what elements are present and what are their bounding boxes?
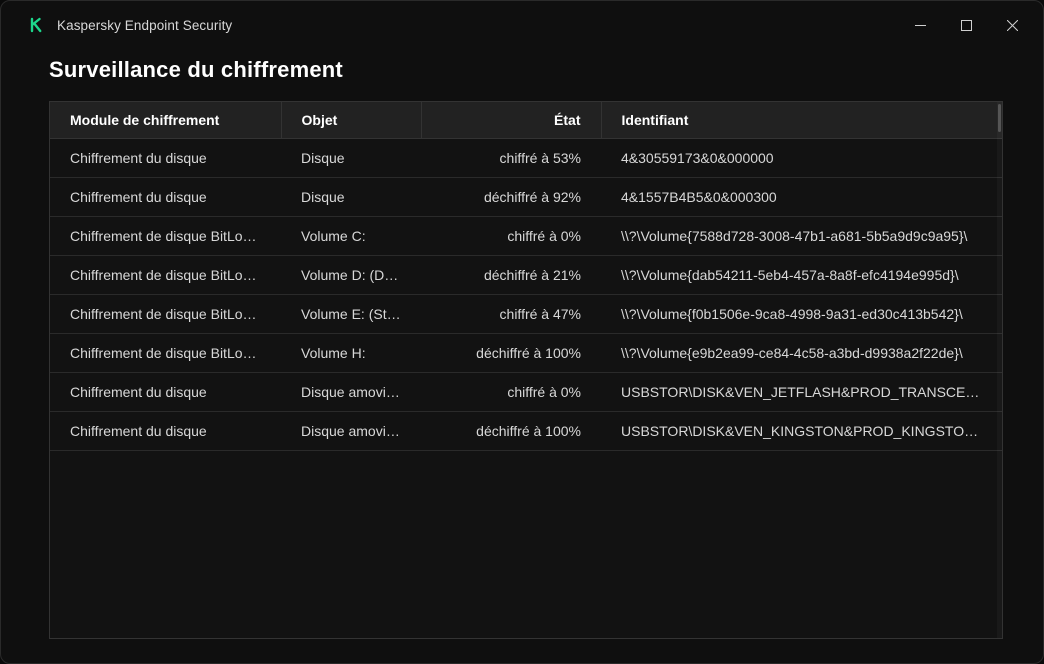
cell-id: USBSTOR\DISK&VEN_JETFLASH&PROD_TRANSCEND… — [601, 373, 1002, 412]
table-row[interactable]: Chiffrement de disque BitLockerVolume C:… — [50, 217, 1002, 256]
cell-module: Chiffrement du disque — [50, 178, 281, 217]
table-row[interactable]: Chiffrement du disqueDisquedéchiffré à 9… — [50, 178, 1002, 217]
table-row[interactable]: Chiffrement de disque BitLockerVolume D:… — [50, 256, 1002, 295]
cell-state: chiffré à 53% — [421, 139, 601, 178]
cell-id: \\?\Volume{f0b1506e-9ca8-4998-9a31-ed30c… — [601, 295, 1002, 334]
cell-state: déchiffré à 100% — [421, 412, 601, 451]
encryption-table-container: Module de chiffrement Objet État Identif… — [49, 101, 1003, 639]
cell-id: USBSTOR\DISK&VEN_KINGSTON&PROD_KINGSTON_… — [601, 412, 1002, 451]
cell-object: Volume D: (Data) — [281, 256, 421, 295]
scrollbar-track — [997, 102, 1002, 638]
column-header-object[interactable]: Objet — [281, 102, 421, 139]
app-window: Kaspersky Endpoint Security Surveillance… — [0, 0, 1044, 664]
cell-id: \\?\Volume{dab54211-5eb4-457a-8a8f-efc41… — [601, 256, 1002, 295]
table-header-row: Module de chiffrement Objet État Identif… — [50, 102, 1002, 139]
cell-object: Disque amovible — [281, 373, 421, 412]
cell-module: Chiffrement du disque — [50, 373, 281, 412]
table-row[interactable]: Chiffrement de disque BitLockerVolume H:… — [50, 334, 1002, 373]
table-row[interactable]: Chiffrement de disque BitLockerVolume E:… — [50, 295, 1002, 334]
cell-object: Disque amovible — [281, 412, 421, 451]
page-title: Surveillance du chiffrement — [49, 57, 1003, 83]
cell-module: Chiffrement de disque BitLocker — [50, 295, 281, 334]
window-controls — [897, 9, 1035, 41]
cell-module: Chiffrement du disque — [50, 139, 281, 178]
close-button[interactable] — [989, 9, 1035, 41]
minimize-icon — [915, 20, 926, 31]
table-row[interactable]: Chiffrement du disqueDisquechiffré à 53%… — [50, 139, 1002, 178]
cell-id: \\?\Volume{e9b2ea99-ce84-4c58-a3bd-d9938… — [601, 334, 1002, 373]
cell-module: Chiffrement de disque BitLocker — [50, 334, 281, 373]
cell-state: déchiffré à 21% — [421, 256, 601, 295]
column-header-state[interactable]: État — [421, 102, 601, 139]
kaspersky-logo-icon — [29, 16, 47, 34]
content-area: Surveillance du chiffrement Module de ch… — [1, 49, 1043, 663]
cell-state: chiffré à 47% — [421, 295, 601, 334]
cell-object: Volume E: (Storage) — [281, 295, 421, 334]
cell-object: Disque — [281, 139, 421, 178]
app-title: Kaspersky Endpoint Security — [57, 18, 232, 33]
close-icon — [1007, 20, 1018, 31]
cell-module: Chiffrement du disque — [50, 412, 281, 451]
maximize-button[interactable] — [943, 9, 989, 41]
cell-object: Volume C: — [281, 217, 421, 256]
cell-id: 4&1557B4B5&0&000300 — [601, 178, 1002, 217]
cell-object: Disque — [281, 178, 421, 217]
maximize-icon — [961, 20, 972, 31]
cell-state: chiffré à 0% — [421, 217, 601, 256]
cell-module: Chiffrement de disque BitLocker — [50, 217, 281, 256]
cell-id: 4&30559173&0&000000 — [601, 139, 1002, 178]
cell-state: déchiffré à 100% — [421, 334, 601, 373]
cell-module: Chiffrement de disque BitLocker — [50, 256, 281, 295]
cell-state: chiffré à 0% — [421, 373, 601, 412]
titlebar: Kaspersky Endpoint Security — [1, 1, 1043, 49]
cell-state: déchiffré à 92% — [421, 178, 601, 217]
cell-id: \\?\Volume{7588d728-3008-47b1-a681-5b5a9… — [601, 217, 1002, 256]
scrollbar-thumb[interactable] — [998, 104, 1001, 132]
table-row[interactable]: Chiffrement du disqueDisque amoviblechif… — [50, 373, 1002, 412]
table-row[interactable]: Chiffrement du disqueDisque amovibledéch… — [50, 412, 1002, 451]
minimize-button[interactable] — [897, 9, 943, 41]
cell-object: Volume H: — [281, 334, 421, 373]
column-header-module[interactable]: Module de chiffrement — [50, 102, 281, 139]
encryption-table: Module de chiffrement Objet État Identif… — [50, 102, 1002, 451]
column-header-id[interactable]: Identifiant — [601, 102, 1002, 139]
